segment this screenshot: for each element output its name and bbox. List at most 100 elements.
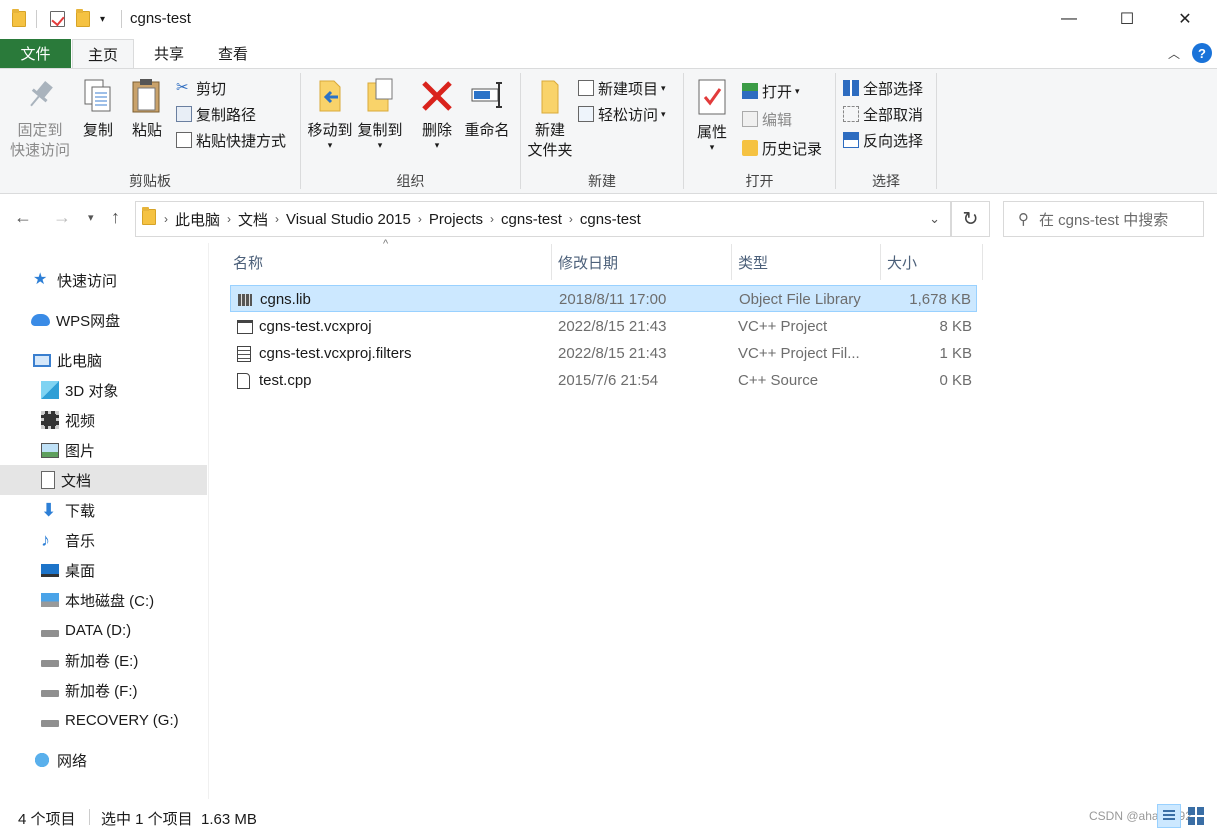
breadcrumb-cgns-test[interactable]: cgns-test [573,211,648,228]
column-header-modified[interactable]: 修改日期 [552,244,732,280]
open-label: 打开 [762,83,793,101]
address-history-chevron-icon[interactable]: ⌄ [929,211,940,227]
pin-quick-access-button[interactable]: 固定到 快速访问 [6,77,74,161]
up-arrow-icon[interactable]: ↑ [111,207,120,228]
tab-share[interactable]: 共享 [138,39,200,68]
new-folder-button[interactable]: 新建 文件夹 [524,77,576,161]
open-chevron-icon: ▾ [795,85,800,96]
sidebar-item-drive-d[interactable]: DATA (D:) [0,615,207,645]
rename-button[interactable]: 重命名 [462,77,512,141]
maximize-icon: ☐ [1119,11,1135,28]
file-size: 1 KB [939,345,972,362]
copy-to-button[interactable]: 复制到 ▾ [356,77,404,150]
history-icon [742,140,758,156]
tab-view[interactable]: 查看 [202,39,264,68]
back-arrow-icon[interactable]: ← [14,207,32,228]
breadcrumb-visual-studio[interactable]: Visual Studio 2015 [279,211,418,228]
sidebar-item-downloads[interactable]: ⬇ 下载 [0,495,207,525]
close-button[interactable]: ✕ [1156,0,1214,38]
address-bar[interactable]: › 此电脑 › 文档 › Visual Studio 2015 › Projec… [135,201,951,237]
file-name: cgns-test.vcxproj.filters [259,345,412,362]
refresh-button[interactable]: ↻ [951,201,990,237]
large-icons-view-icon [1188,807,1195,815]
file-row[interactable]: cgns-test.vcxproj 2022/8/15 21:43 VC++ P… [230,313,977,340]
invert-selection-button[interactable]: 反向选择 [843,129,923,151]
maximize-button[interactable]: ☐ [1098,0,1156,38]
edit-button[interactable]: 编辑 [742,108,792,130]
sidebar-item-drive-e[interactable]: 新加卷 (E:) [0,645,207,675]
properties-button[interactable]: 属性 ▾ [690,77,734,152]
sidebar-item-desktop[interactable]: 桌面 [0,555,207,585]
easy-access-button[interactable]: 轻松访问 ▾ [578,103,666,125]
vcxproj-file-icon [237,313,253,340]
paste-button[interactable]: 粘贴 [126,77,168,141]
sidebar-item-drive-g[interactable]: RECOVERY (G:) [0,705,207,735]
collapse-ribbon-chevron-icon[interactable]: ︿ [1168,45,1180,62]
open-icon [742,83,758,99]
sidebar-item-pictures[interactable]: 图片 [0,435,207,465]
select-none-button[interactable]: 全部取消 [843,103,923,125]
sidebar-item-this-pc[interactable]: 此电脑 [0,345,207,375]
file-name: test.cpp [259,372,312,389]
copy-button[interactable]: 复制 [78,77,118,141]
copy-path-button[interactable]: 复制路径 [176,103,256,125]
select-none-label: 全部取消 [863,106,924,124]
cut-button[interactable]: ✂ 剪切 [176,77,226,99]
column-header-size[interactable]: 大小 [881,244,983,280]
history-button[interactable]: 历史记录 [742,137,822,159]
breadcrumb-projects[interactable]: Projects [422,211,490,228]
copy-label: 复制 [82,122,113,139]
file-modified: 2018/8/11 17:00 [559,291,667,308]
move-to-label: 移动到 [307,122,353,139]
cloud-icon [31,314,50,326]
forward-arrow-icon[interactable]: → [53,207,71,228]
sidebar-item-drive-c[interactable]: 本地磁盘 (C:) [0,585,207,615]
breadcrumb-cgns-test-parent[interactable]: cgns-test [494,211,569,228]
sidebar-item-label: 此电脑 [57,352,103,370]
new-folder-icon [541,80,559,114]
column-header-name[interactable]: 名称 [227,244,552,280]
copy-path-icon [176,106,192,122]
sidebar-item-label: WPS网盘 [56,312,121,330]
file-row[interactable]: cgns.lib 2018/8/11 17:00 Object File Lib… [230,285,977,312]
large-icons-view-button[interactable] [1188,807,1206,825]
select-all-button[interactable]: 全部选择 [843,77,923,99]
sidebar-item-documents[interactable]: 文档 [0,465,207,495]
details-view-button[interactable] [1157,804,1181,828]
sidebar-item-music[interactable]: ♪ 音乐 [0,525,207,555]
drive-icon [41,629,59,637]
delete-button[interactable]: 删除 ▾ [417,77,457,150]
new-folder-quick-icon[interactable] [76,9,90,29]
tab-home[interactable]: 主页 [72,39,134,68]
open-button[interactable]: 打开 ▾ [742,80,800,102]
select-all-label: 全部选择 [863,80,924,98]
move-to-button[interactable]: 移动到 ▾ [306,77,354,150]
customize-toolbar-chevron-icon[interactable]: ▾ [100,9,105,29]
sidebar-item-drive-f[interactable]: 新加卷 (F:) [0,675,207,705]
breadcrumb-documents[interactable]: 文档 [231,209,275,230]
file-row[interactable]: cgns-test.vcxproj.filters 2022/8/15 21:4… [230,340,977,367]
column-header-type[interactable]: 类型 [732,244,881,280]
search-input[interactable]: ⚲ 在 cgns-test 中搜索 [1003,201,1204,237]
edit-icon [742,111,758,127]
paste-shortcut-button[interactable]: 粘贴快捷方式 [176,129,286,151]
file-size: 1,678 KB [909,291,971,308]
recent-locations-chevron-icon[interactable]: ▾ [88,211,94,224]
file-type: VC++ Project [738,318,828,335]
tab-file[interactable]: 文件 [0,39,71,68]
sidebar-item-network[interactable]: 网络 [0,745,207,775]
help-icon[interactable]: ? [1192,43,1212,63]
properties-quick-icon[interactable] [50,9,65,29]
select-all-icon [843,80,859,96]
breadcrumb-this-pc[interactable]: 此电脑 [168,209,227,230]
sidebar-item-wps-cloud[interactable]: WPS网盘 [0,305,207,335]
file-name: cgns.lib [260,291,311,308]
file-row[interactable]: test.cpp 2015/7/6 21:54 C++ Source 0 KB [230,367,977,394]
sidebar-item-3d-objects[interactable]: 3D 对象 [0,375,207,405]
new-item-icon [578,80,594,96]
sidebar-item-label: 本地磁盘 (C:) [65,592,155,610]
minimize-button[interactable]: — [1040,0,1098,38]
sidebar-item-quick-access[interactable]: ★ 快速访问 [0,265,207,295]
sidebar-item-videos[interactable]: 视频 [0,405,207,435]
new-item-button[interactable]: 新建项目 ▾ [578,77,666,99]
